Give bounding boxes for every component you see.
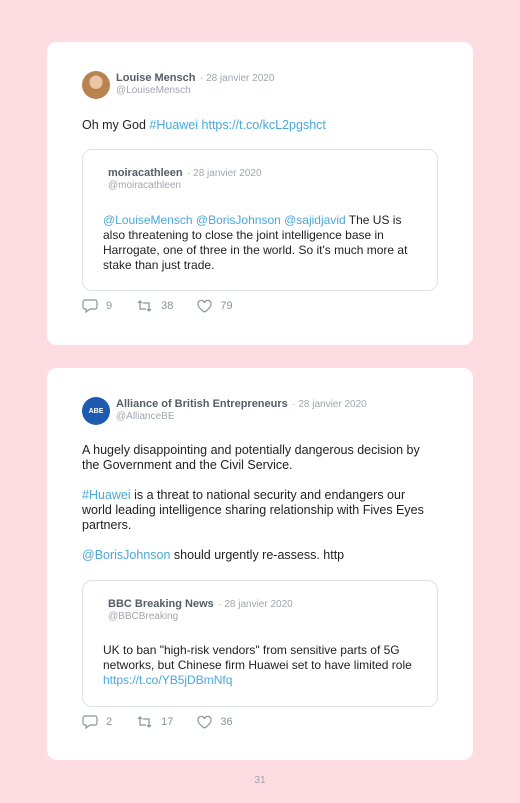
- retweet-icon: [137, 716, 152, 728]
- quote-date[interactable]: 28 janvier 2020: [193, 168, 261, 179]
- reply-count: 9: [106, 300, 113, 312]
- url-link[interactable]: https://t.co/kcL2pgshct: [202, 118, 326, 132]
- quote-author-handle[interactable]: @moiracathleen: [108, 180, 262, 192]
- tweet-actions: 9 38 79: [82, 299, 257, 313]
- quote-date[interactable]: 28 janvier 2020: [224, 599, 292, 610]
- avatar-logo: ABE: [88, 407, 104, 415]
- quote-text: @LouiseMensch @BorisJohnson @sajidjavid …: [103, 213, 408, 272]
- tweet-card: Louise Mensch · 28 janvier 2020 @LouiseM…: [47, 42, 473, 345]
- tweet-header: Louise Mensch · 28 janvier 2020 @LouiseM…: [82, 71, 274, 99]
- like-button[interactable]: 36: [197, 715, 233, 729]
- tweet-text: Oh my God #Huawei https://t.co/kcL2pgshc…: [82, 118, 326, 132]
- mention-link[interactable]: @BorisJohnson: [82, 548, 170, 562]
- retweet-button[interactable]: 17: [136, 715, 173, 729]
- like-button[interactable]: 79: [197, 299, 233, 313]
- like-icon: [197, 299, 212, 313]
- hashtag-link[interactable]: #Huawei: [149, 118, 198, 132]
- hashtag-link[interactable]: #Huawei: [82, 488, 131, 502]
- avatar[interactable]: [82, 71, 110, 99]
- tweet-text: A hugely disappointing and potentially d…: [82, 443, 437, 563]
- tweet-actions: 2 17 36: [82, 715, 257, 729]
- tweet-paragraph: A hugely disappointing and potentially d…: [82, 443, 420, 472]
- quoted-tweet[interactable]: moiracathleen · 28 janvier 2020 @moiraca…: [82, 149, 438, 291]
- retweet-button[interactable]: 38: [136, 299, 173, 313]
- quote-author-name[interactable]: BBC Breaking News: [108, 598, 214, 610]
- like-count: 36: [220, 716, 233, 728]
- tweet-paragraph: @BorisJohnson should urgently re-assess.…: [82, 548, 345, 562]
- avatar[interactable]: ABE: [82, 397, 110, 425]
- quote-author-name[interactable]: moiracathleen: [108, 167, 183, 179]
- reply-icon: [82, 299, 98, 313]
- quote-text: UK to ban "high-risk vendors" from sensi…: [103, 643, 412, 687]
- author-name[interactable]: Alliance of British Entrepreneurs: [116, 398, 288, 410]
- like-icon: [197, 715, 212, 729]
- reply-count: 2: [106, 716, 113, 728]
- tweet-card: ABE Alliance of British Entrepreneurs · …: [47, 368, 473, 760]
- tweet-header: ABE Alliance of British Entrepreneurs · …: [82, 397, 367, 425]
- page-number: 31: [254, 775, 266, 786]
- reply-button[interactable]: 2: [82, 715, 112, 729]
- mention-links[interactable]: @LouiseMensch @BorisJohnson @sajidjavid: [103, 213, 346, 227]
- retweet-icon: [137, 300, 152, 312]
- retweet-count: 17: [161, 716, 174, 728]
- author-name[interactable]: Louise Mensch: [116, 72, 195, 84]
- quote-author-handle[interactable]: @BBCBreaking: [108, 611, 293, 623]
- quoted-tweet[interactable]: BBC Breaking News · 28 janvier 2020 @BBC…: [82, 580, 438, 707]
- tweet-paragraph: #Huawei is a threat to national security…: [82, 488, 424, 532]
- tweet-date[interactable]: 28 janvier 2020: [206, 73, 274, 84]
- author-handle[interactable]: @AllianceBE: [116, 411, 367, 423]
- reply-icon: [82, 715, 98, 729]
- reply-button[interactable]: 9: [82, 299, 112, 313]
- url-link[interactable]: https://t.co/YB5jDBmNfq: [103, 673, 232, 687]
- retweet-count: 38: [161, 300, 174, 312]
- like-count: 79: [220, 300, 233, 312]
- author-handle[interactable]: @LouiseMensch: [116, 85, 274, 97]
- tweet-date[interactable]: 28 janvier 2020: [298, 399, 366, 410]
